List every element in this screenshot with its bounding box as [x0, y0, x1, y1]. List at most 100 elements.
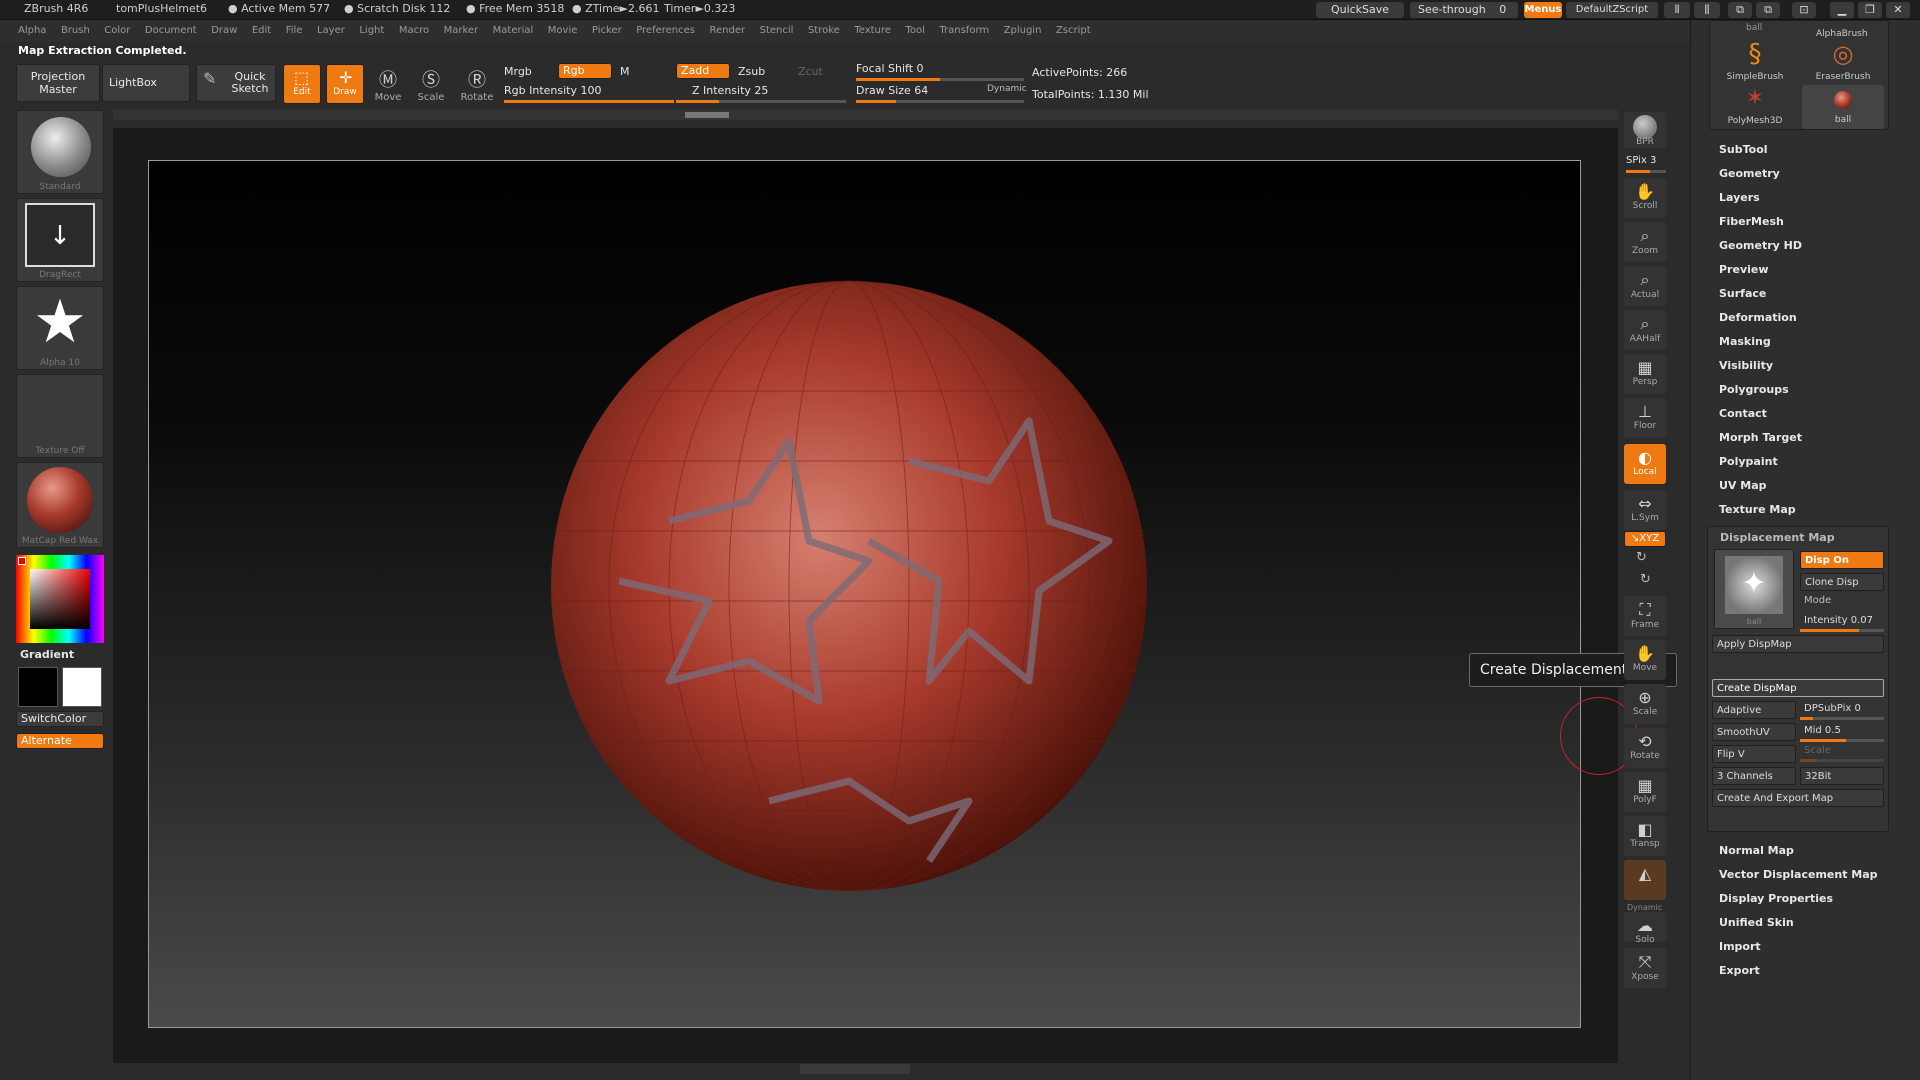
local-button[interactable]: ◐ Local: [1624, 444, 1666, 484]
flip-v-button[interactable]: Flip V: [1712, 745, 1796, 763]
move-button[interactable]: Ⓜ Move: [369, 64, 407, 104]
disp-on-button[interactable]: Disp On: [1800, 551, 1884, 569]
menu-edit[interactable]: Edit: [252, 20, 271, 42]
dynamic-toggle[interactable]: Dynamic: [987, 84, 1027, 94]
draw-size-slider[interactable]: [856, 100, 1024, 103]
rgb-intensity-slider[interactable]: [504, 100, 674, 103]
lock-icon[interactable]: ⊡: [1792, 2, 1816, 18]
palette-morph-target[interactable]: Morph Target: [1719, 431, 1802, 444]
adaptive-button[interactable]: Adaptive: [1712, 701, 1796, 719]
apply-dispmap-button[interactable]: Apply DispMap: [1712, 635, 1884, 653]
32bit-button[interactable]: 32Bit: [1800, 767, 1884, 785]
menu-picker[interactable]: Picker: [592, 20, 622, 42]
ghost-button[interactable]: ◭: [1624, 860, 1666, 900]
menu-file[interactable]: File: [286, 20, 303, 42]
intensity-slider[interactable]: [1800, 629, 1884, 632]
canvas[interactable]: [148, 160, 1581, 1028]
zadd-button[interactable]: Zadd: [676, 63, 730, 79]
material-tile[interactable]: MatCap Red Wax: [16, 462, 104, 548]
menu-marker[interactable]: Marker: [444, 20, 479, 42]
m-button[interactable]: M: [620, 65, 630, 78]
palette-vector-displacement-map[interactable]: Vector Displacement Map: [1719, 868, 1878, 881]
rotate-z-icon[interactable]: ↻: [1640, 572, 1651, 587]
menu-brush[interactable]: Brush: [61, 20, 90, 42]
edit-button[interactable]: ⬚ Edit: [283, 64, 321, 104]
scale-button[interactable]: Ⓢ Scale: [412, 64, 450, 104]
palette-layers[interactable]: Layers: [1719, 191, 1760, 204]
palette-fibermesh[interactable]: FiberMesh: [1719, 215, 1784, 228]
eraserbrush-tile[interactable]: ◎ EraserBrush: [1802, 39, 1884, 83]
canvas-scroll-handle[interactable]: [685, 112, 729, 118]
menu-alpha[interactable]: Alpha: [18, 20, 46, 42]
menu-material[interactable]: Material: [493, 20, 534, 42]
alternate-button[interactable]: Alternate: [16, 733, 104, 749]
palette-polypaint[interactable]: Polypaint: [1719, 455, 1778, 468]
palette-polygroups[interactable]: Polygroups: [1719, 383, 1789, 396]
menu-render[interactable]: Render: [710, 20, 746, 42]
color-picker-square[interactable]: [30, 569, 90, 629]
palette-uv-map[interactable]: UV Map: [1719, 479, 1767, 492]
lightbox-button[interactable]: LightBox: [102, 64, 190, 102]
smoothuv-button[interactable]: SmoothUV: [1712, 723, 1796, 741]
quicksave-button[interactable]: QuickSave: [1316, 2, 1404, 18]
default-script-button[interactable]: DefaultZScript: [1566, 2, 1658, 18]
polymesh3d-tile[interactable]: ✶ PolyMesh3D: [1714, 85, 1796, 129]
close-icon[interactable]: ✕: [1886, 2, 1910, 18]
palette-preview[interactable]: Preview: [1719, 263, 1769, 276]
primary-color-swatch[interactable]: [18, 667, 58, 707]
spix-slider[interactable]: [1626, 170, 1666, 173]
palette-geometry-hd[interactable]: Geometry HD: [1719, 239, 1802, 252]
aahalf-button[interactable]: ⌕ AAHalf: [1624, 310, 1666, 350]
rotate-view-button[interactable]: ⟲ Rotate: [1624, 728, 1666, 768]
mrgb-button[interactable]: Mrgb: [504, 65, 532, 78]
displacement-map-title[interactable]: Displacement Map: [1720, 531, 1835, 544]
palette-surface[interactable]: Surface: [1719, 287, 1766, 300]
menu-zscript[interactable]: Zscript: [1056, 20, 1091, 42]
menu-document[interactable]: Document: [145, 20, 197, 42]
menu-zplugin[interactable]: Zplugin: [1004, 20, 1042, 42]
window-tile-icon[interactable]: ⧉: [1728, 2, 1752, 18]
z-intensity-slider[interactable]: [676, 100, 846, 103]
see-through-slider[interactable]: See-through 0: [1410, 2, 1518, 18]
brush-standard-tile[interactable]: Standard: [16, 110, 104, 194]
actual-button[interactable]: ⌕ Actual: [1624, 266, 1666, 306]
gradient-label[interactable]: Gradient: [20, 648, 74, 661]
projection-master-button[interactable]: Projection Master: [16, 64, 100, 102]
rotate-button[interactable]: Ⓡ Rotate: [458, 64, 496, 104]
channels-button[interactable]: 3 Channels: [1712, 767, 1796, 785]
menu-stencil[interactable]: Stencil: [760, 20, 794, 42]
polyf-button[interactable]: ▦ PolyF: [1624, 772, 1666, 812]
menu-transform[interactable]: Transform: [939, 20, 989, 42]
zoom-button[interactable]: ⌕ Zoom: [1624, 222, 1666, 262]
xyz-button[interactable]: ↘XYZ: [1624, 531, 1666, 547]
minimize-icon[interactable]: ▁: [1830, 2, 1854, 18]
mode-button[interactable]: Mode: [1804, 595, 1831, 606]
menu-draw[interactable]: Draw: [211, 20, 237, 42]
color-picker[interactable]: [16, 555, 104, 643]
palette-import[interactable]: Import: [1719, 940, 1761, 953]
menu-light[interactable]: Light: [359, 20, 384, 42]
menu-color[interactable]: Color: [104, 20, 130, 42]
mid-slider[interactable]: [1800, 739, 1884, 742]
rgb-button[interactable]: Rgb: [558, 63, 612, 79]
palette-contact[interactable]: Contact: [1719, 407, 1767, 420]
bottom-tray-handle[interactable]: [800, 1064, 910, 1074]
restore-icon[interactable]: ❐: [1858, 2, 1882, 18]
rotate-y-icon[interactable]: ↻: [1636, 550, 1647, 565]
transp-button[interactable]: ◧ Transp: [1624, 816, 1666, 856]
ball-tool-tile[interactable]: ball: [1802, 85, 1884, 129]
layout-toggle-icon[interactable]: ⫼: [1694, 2, 1720, 18]
palette-subtool[interactable]: SubTool: [1719, 143, 1768, 156]
palette-display-properties[interactable]: Display Properties: [1719, 892, 1833, 905]
displacement-thumbnail[interactable]: ✦ ball: [1714, 549, 1794, 629]
menu-layer[interactable]: Layer: [317, 20, 345, 42]
switchcolor-button[interactable]: SwitchColor: [16, 711, 104, 727]
spix-label[interactable]: SPix 3: [1626, 155, 1656, 166]
palette-normal-map[interactable]: Normal Map: [1719, 844, 1794, 857]
palette-deformation[interactable]: Deformation: [1719, 311, 1797, 324]
menu-tool[interactable]: Tool: [905, 20, 924, 42]
persp-button[interactable]: ▦ Persp: [1624, 354, 1666, 394]
menu-macro[interactable]: Macro: [399, 20, 429, 42]
quick-sketch-button[interactable]: ✎ Quick Sketch: [196, 64, 276, 102]
bpr-button[interactable]: BPR: [1624, 112, 1666, 148]
